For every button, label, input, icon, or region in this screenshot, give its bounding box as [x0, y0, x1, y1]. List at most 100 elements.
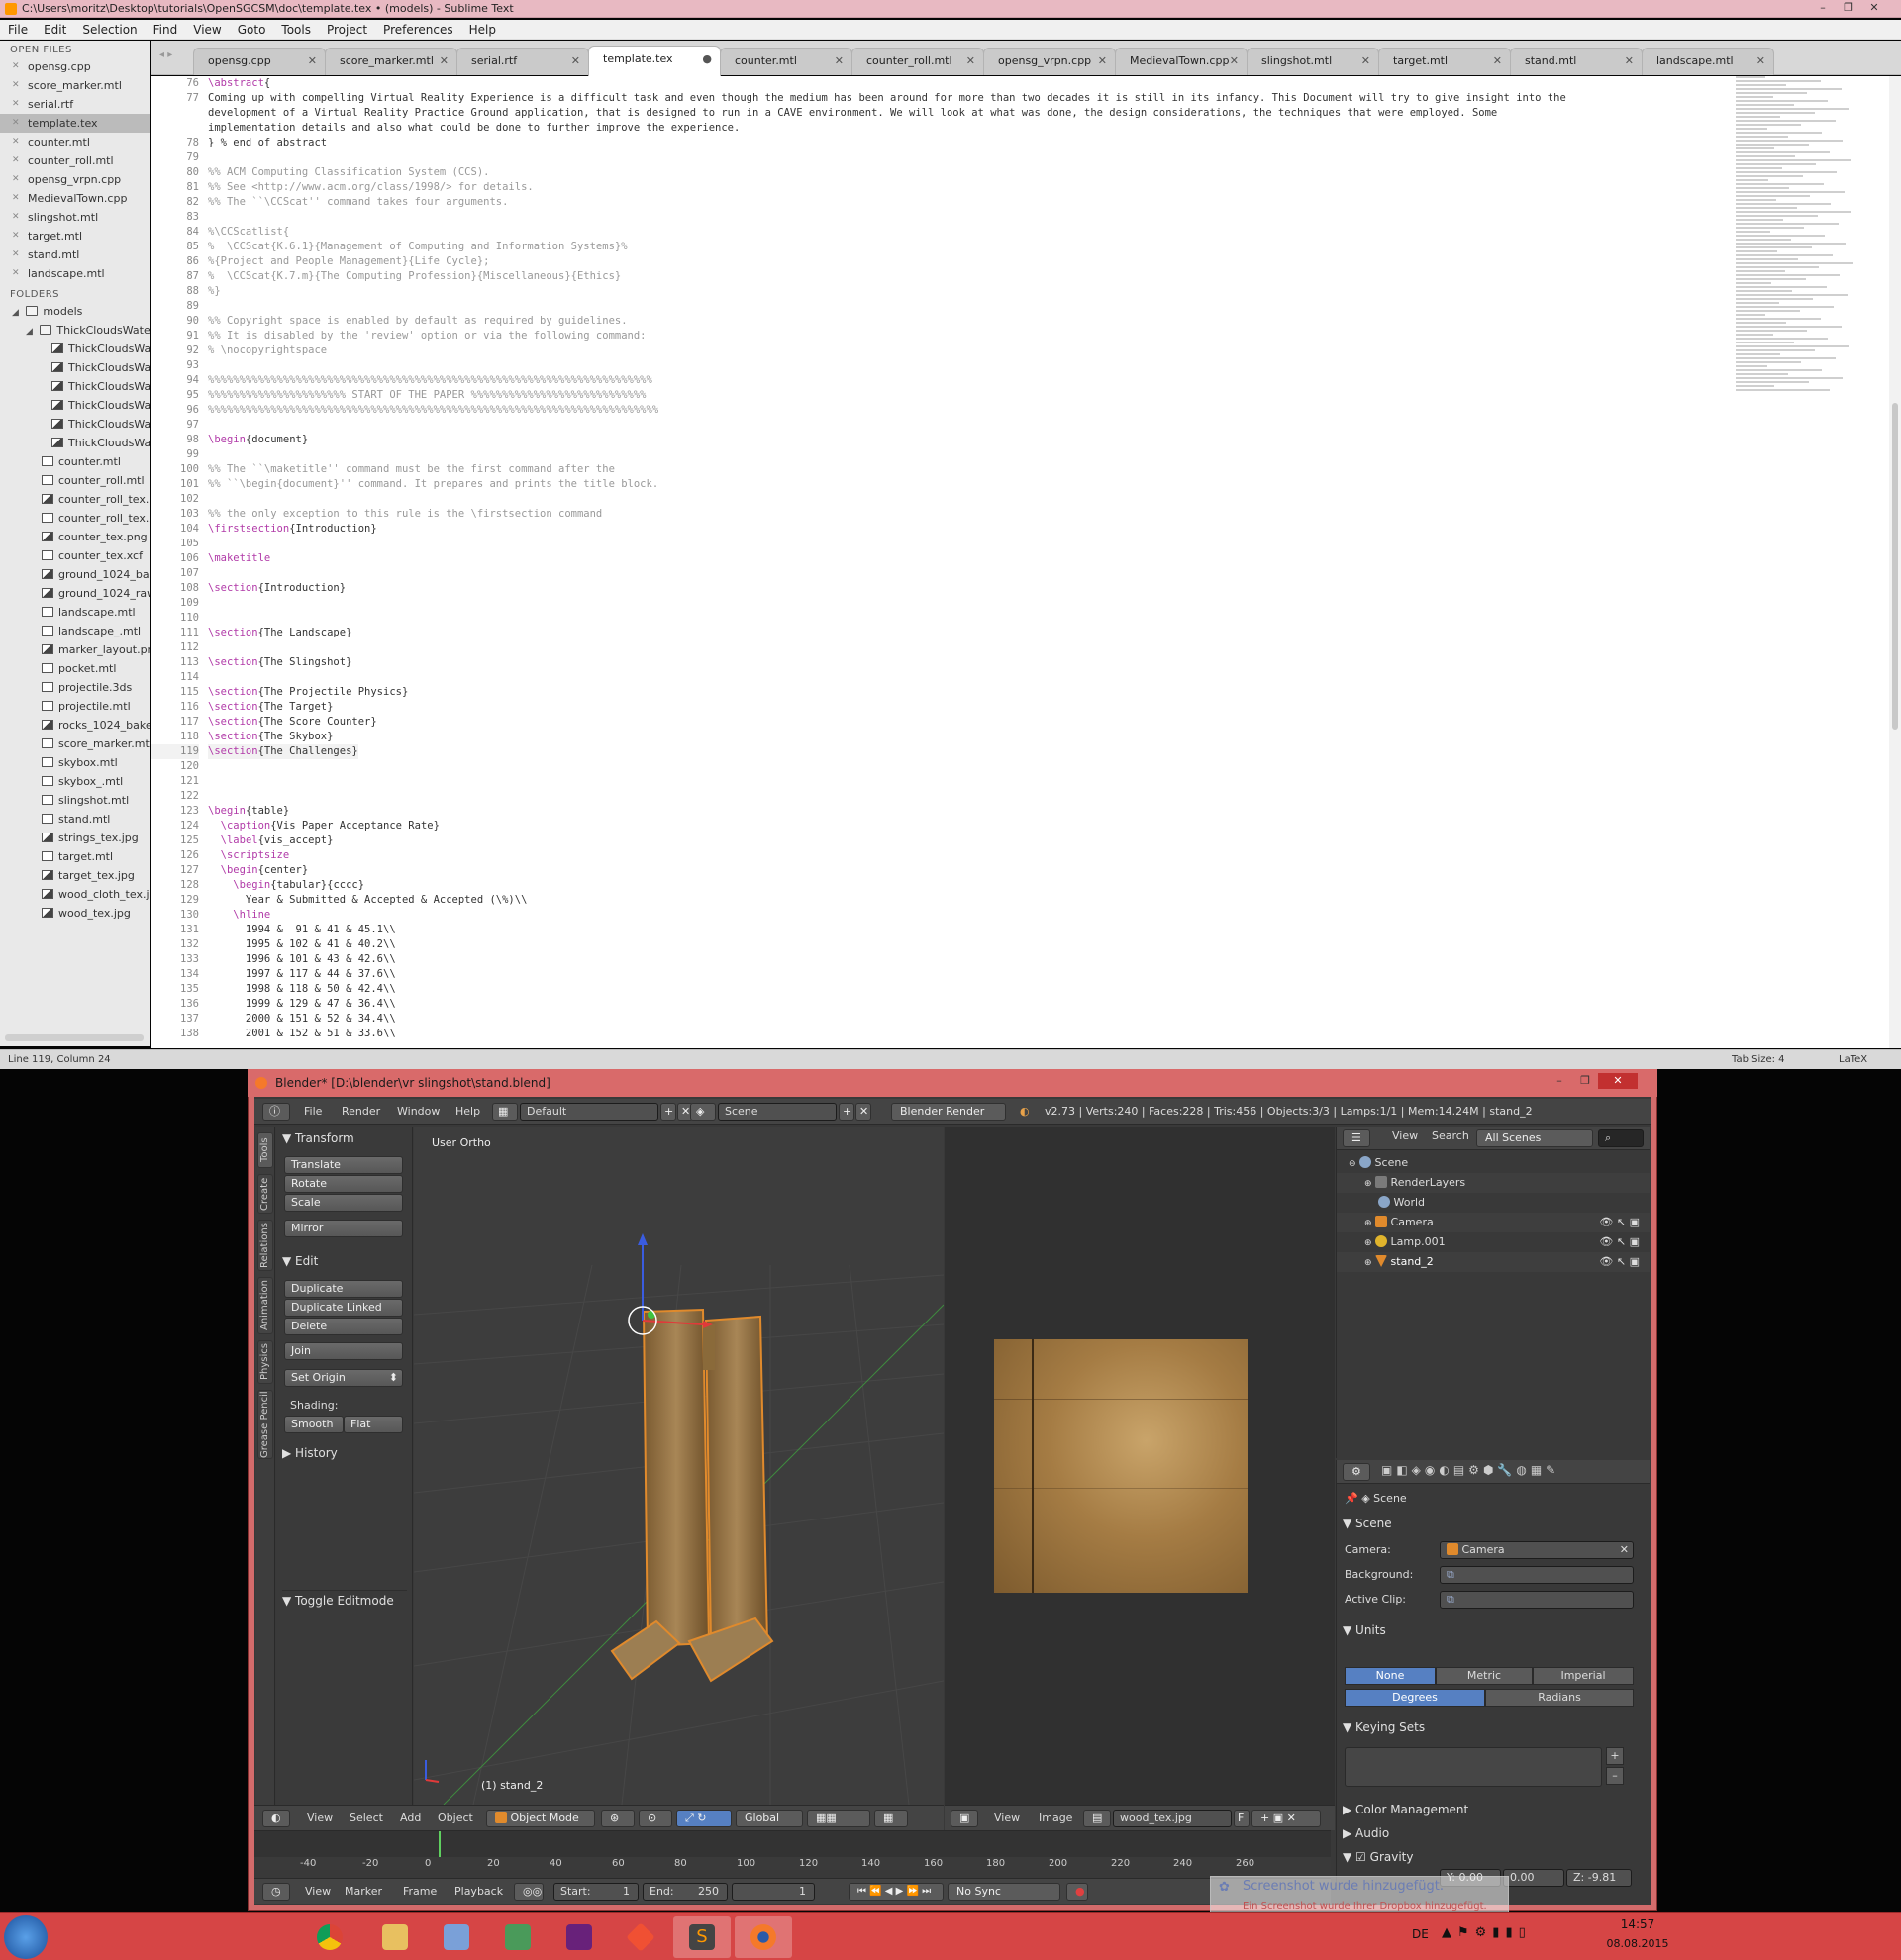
open-file-item[interactable]: ✕ opensg_vrpn.cpp [0, 170, 150, 189]
close-tab-icon[interactable]: ✕ [1361, 49, 1370, 74]
code-line[interactable]: %} [208, 284, 221, 299]
close-tab-icon[interactable]: ✕ [835, 49, 844, 74]
units-none-button[interactable]: None [1345, 1667, 1436, 1685]
editor-tab[interactable]: landscape.mtl ✕ [1642, 48, 1774, 75]
z-arrow-head-icon[interactable] [638, 1233, 648, 1245]
code-line[interactable]: \section{The Landscape} [208, 626, 351, 640]
close-file-icon[interactable]: ✕ [12, 208, 20, 227]
code-line[interactable]: \hline [208, 908, 270, 923]
wood-texture-image[interactable] [994, 1339, 1248, 1593]
menu-project[interactable]: Project [327, 20, 367, 39]
tray-icons[interactable]: ▲⚑⚙▮▮▯ [1442, 1925, 1532, 1940]
menu-select[interactable]: Select [350, 1806, 383, 1831]
code-line[interactable]: %% ACM Computing Classification System (… [208, 165, 489, 180]
code-line[interactable]: \begin{table} [208, 804, 289, 819]
file-item[interactable]: counter_roll_tex.p [0, 490, 150, 509]
file-item[interactable]: target_tex.jpg [0, 866, 150, 885]
units-metric-button[interactable]: Metric [1436, 1667, 1533, 1685]
file-item[interactable]: score_marker.mtl [0, 735, 150, 753]
code-line[interactable]: %% Copyright space is enabled by default… [208, 314, 628, 329]
close-file-icon[interactable]: ✕ [12, 57, 20, 76]
editor-tab[interactable]: opensg.cpp ✕ [193, 48, 326, 75]
start-button[interactable] [4, 1915, 48, 1959]
code-line[interactable]: 1994 & 91 & 41 & 45.1\\ [208, 923, 396, 937]
scene-panel-header[interactable]: ▼ Scene [1343, 1516, 1392, 1531]
code-line[interactable]: 1995 & 102 & 41 & 40.2\\ [208, 937, 396, 952]
code-editor[interactable]: 76 77 78 79 80 81 82 83 84 85 86 87 88 89 90 91 92 93 94 95… [151, 76, 1901, 1048]
file-item[interactable]: wood_cloth_tex.jp [0, 885, 150, 904]
camera-field[interactable]: Camera ✕ [1440, 1541, 1634, 1559]
close-button[interactable]: ✕ [1598, 1073, 1638, 1089]
close-tab-icon[interactable]: ✕ [308, 49, 317, 74]
tl-menu-view[interactable]: View [305, 1879, 331, 1905]
file-item[interactable]: stand.mtl [0, 810, 150, 829]
close-tab-icon[interactable]: ✕ [1230, 49, 1239, 74]
stand-object[interactable] [610, 1308, 774, 1683]
viewport-shading-icon[interactable]: ⊛ [601, 1810, 635, 1827]
file-item[interactable]: counter.mtl [0, 452, 150, 471]
file-item[interactable]: marker_layout.png [0, 640, 150, 659]
menu-goto[interactable]: Goto [238, 20, 266, 39]
file-item[interactable]: skybox.mtl [0, 753, 150, 772]
code-line[interactable]: 1999 & 129 & 47 & 36.4\\ [208, 997, 396, 1012]
scene-field[interactable]: Scene [718, 1103, 837, 1121]
duplicate-button[interactable]: Duplicate [284, 1280, 403, 1298]
start-frame-field[interactable]: Start: 1 [553, 1883, 639, 1901]
open-file-item[interactable]: ✕ opensg.cpp [0, 57, 150, 76]
menu-object[interactable]: Object [438, 1806, 473, 1831]
outliner-menu-view[interactable]: View [1392, 1129, 1418, 1142]
code-line[interactable]: % \nocopyrightspace [208, 343, 327, 358]
editor-tab[interactable]: template.tex ● [588, 46, 721, 76]
code-line[interactable]: 2000 & 151 & 52 & 34.4\\ [208, 1012, 396, 1027]
code-line[interactable]: %% ``\begin{document}'' command. It prep… [208, 477, 658, 492]
folder-thickclouds[interactable]: ◢ ThickCloudsWater [0, 321, 150, 340]
mirror-button[interactable]: Mirror [284, 1220, 403, 1237]
layers-grid-icon[interactable]: ▦▦ [807, 1810, 870, 1827]
code-line[interactable]: \section{The Skybox} [208, 730, 333, 744]
edit-panel-header[interactable]: ▼ Edit [282, 1253, 318, 1269]
add-keying-set-icon[interactable]: + [1606, 1747, 1624, 1765]
open-file-item[interactable]: ✕ MedievalTown.cpp [0, 189, 150, 208]
clock-date[interactable]: 08.08.2015 [1598, 1937, 1677, 1950]
units-panel-header[interactable]: ▼ Units [1343, 1622, 1386, 1638]
code-line[interactable]: %\CCScatlist{ [208, 225, 289, 240]
menu-preferences[interactable]: Preferences [383, 20, 453, 39]
open-file-item[interactable]: ✕ counter.mtl [0, 133, 150, 151]
file-item[interactable]: wood_tex.jpg [0, 904, 150, 923]
code-line[interactable]: \section{The Projectile Physics} [208, 685, 408, 700]
minimap[interactable] [1736, 76, 1884, 403]
mode-select[interactable]: Object Mode [486, 1810, 595, 1827]
visibility-eye-icon[interactable]: 👁 ↖ ▣ [1599, 1213, 1640, 1232]
taskbar-sublime[interactable]: S [673, 1916, 731, 1958]
clear-icon[interactable]: ✕ [1620, 1542, 1629, 1558]
taskbar-explorer[interactable] [366, 1916, 424, 1958]
code-line[interactable]: %% It is disabled by the 'review' option… [208, 329, 647, 343]
editor-type-timeline-icon[interactable]: ◷ [262, 1883, 290, 1901]
keying-sets-panel-header[interactable]: ▼ Keying Sets [1343, 1719, 1425, 1735]
img-menu-view[interactable]: View [994, 1806, 1020, 1831]
gravity-checkbox[interactable]: ☑ [1355, 1850, 1366, 1864]
file-item[interactable]: counter_roll_tex.x [0, 509, 150, 528]
code-line[interactable]: \begin{document} [208, 433, 308, 447]
tl-menu-playback[interactable]: Playback [454, 1879, 503, 1905]
folder-models[interactable]: ◢ models [0, 302, 150, 321]
editor-tab[interactable]: slingshot.mtl ✕ [1247, 48, 1379, 75]
code-line[interactable]: \scriptsize [208, 848, 290, 863]
scrollbar-thumb[interactable] [1892, 403, 1898, 730]
menu-edit[interactable]: Edit [44, 20, 66, 39]
code-line[interactable]: \section{Introduction} [208, 581, 346, 596]
open-file-item[interactable]: ✕ score_marker.mtl [0, 76, 150, 95]
file-item[interactable]: strings_tex.jpg [0, 829, 150, 847]
orientation-select[interactable]: Global [736, 1810, 803, 1827]
open-file-item[interactable]: ✕ stand.mtl [0, 245, 150, 264]
dropbox-notification[interactable]: ✿ Screenshot wurde hinzugefügt. Ein Scre… [1210, 1876, 1509, 1917]
layer-lock-icon[interactable]: ▦ [874, 1810, 908, 1827]
code-line[interactable]: 2001 & 152 & 51 & 33.6\\ [208, 1027, 396, 1041]
outliner-item-camera[interactable]: ⊕ Camera 👁 ↖ ▣ [1337, 1213, 1650, 1232]
code-line[interactable]: \section{The Score Counter} [208, 715, 377, 730]
code-line[interactable]: \firstsection{Introduction} [208, 522, 377, 537]
radians-button[interactable]: Radians [1485, 1689, 1634, 1707]
editor-type-image-icon[interactable]: ▣ [950, 1810, 978, 1827]
menu-view[interactable]: View [307, 1806, 333, 1831]
code-line[interactable]: \section{The Slingshot} [208, 655, 351, 670]
